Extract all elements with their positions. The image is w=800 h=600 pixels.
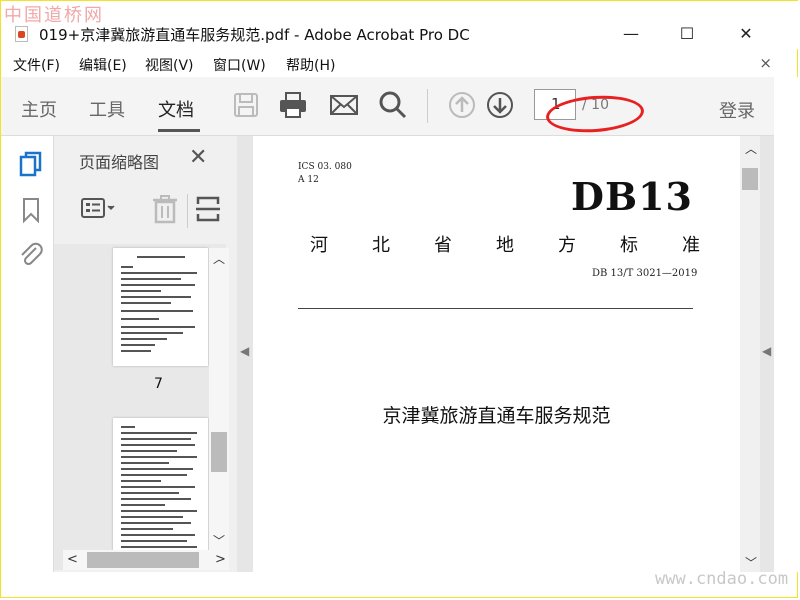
header-rule — [298, 308, 693, 309]
scrollbar-thumb[interactable] — [742, 168, 758, 190]
issuer-title: 河 北 省 地 方 标 准 — [310, 231, 700, 257]
scroll-down-icon[interactable]: ﹀ — [213, 532, 225, 549]
pane-collapse-handle[interactable]: ◀ — [237, 136, 253, 572]
page-thumbnails-icon[interactable] — [17, 150, 45, 178]
scroll-up-icon[interactable]: ︿ — [213, 250, 225, 267]
print-icon[interactable] — [278, 90, 308, 120]
previous-page-icon[interactable] — [447, 90, 477, 120]
next-page-icon[interactable] — [485, 90, 515, 120]
delete-icon[interactable] — [150, 194, 180, 224]
scroll-up-icon[interactable]: ︿ — [745, 140, 757, 157]
right-margin — [774, 77, 798, 572]
document-classification: ICS 03. 080 A 12 — [298, 161, 352, 187]
thumbnail-list[interactable]: 7 — [54, 244, 226, 570]
category-code: A 12 — [298, 175, 319, 185]
active-tab-indicator — [158, 129, 200, 132]
right-pane-handle[interactable]: ◀ — [760, 136, 774, 572]
close-window-button[interactable]: ✕ — [723, 19, 769, 49]
window-title: 019+京津冀旅游直通车服务规范.pdf - Adobe Acrobat Pro… — [39, 26, 470, 44]
tab-home[interactable]: 主页 — [21, 96, 57, 122]
close-document-button[interactable]: × — [759, 54, 772, 72]
menu-bar: 文件(F) 编辑(E) 视图(V) 窗口(W) 帮助(H) × — [1, 51, 798, 77]
pdf-file-icon — [15, 26, 28, 42]
collapse-left-icon[interactable]: ◀ — [240, 344, 249, 358]
watermark-top: 中国道桥网 — [4, 5, 104, 26]
standard-code: DB13 — [571, 174, 693, 219]
thumbnails-vertical-scrollbar[interactable]: ︿ ﹀ — [209, 248, 229, 551]
scroll-left-icon[interactable]: < — [67, 552, 78, 567]
toolbar-divider — [427, 89, 428, 123]
minimize-button[interactable]: — — [608, 19, 654, 49]
tab-document[interactable]: 文档 — [158, 96, 194, 122]
pane-title: 页面缩略图 — [79, 153, 160, 172]
issuer-char: 方 — [558, 235, 576, 256]
maximize-button[interactable]: ☐ — [664, 19, 710, 49]
standard-name: 京津冀旅游直通车服务规范 — [382, 405, 611, 427]
document-view[interactable]: ICS 03. 080 A 12 DB13 河 北 省 地 方 标 准 DB 1… — [253, 136, 740, 572]
page-thumbnail[interactable] — [113, 418, 208, 570]
toolbar: 主页 工具 文档 1 / 10 登录 — [1, 77, 774, 136]
mail-icon[interactable] — [329, 90, 359, 120]
issuer-char: 北 — [372, 235, 390, 256]
menu-view[interactable]: 视图(V) — [145, 55, 194, 75]
issuer-char: 标 — [620, 235, 638, 256]
issuer-char: 省 — [434, 235, 452, 256]
watermark-bottom: www.cndao.com — [655, 569, 789, 589]
issuer-char: 河 — [310, 235, 328, 256]
bookmark-icon[interactable] — [17, 196, 45, 224]
issuer-char: 地 — [496, 235, 514, 256]
thumbnail-page-label: 7 — [154, 376, 163, 392]
menu-edit[interactable]: 编辑(E) — [79, 55, 127, 75]
menu-window[interactable]: 窗口(W) — [213, 55, 266, 75]
menu-file[interactable]: 文件(F) — [13, 55, 60, 75]
attachment-icon[interactable] — [17, 240, 45, 268]
title-bar: 019+京津冀旅游直通车服务规范.pdf - Adobe Acrobat Pro… — [1, 1, 798, 49]
login-button[interactable]: 登录 — [719, 97, 755, 123]
rotate-page-icon[interactable] — [194, 194, 222, 224]
standard-number: DB 13/T 3021—2019 — [592, 268, 698, 279]
navigation-strip — [1, 136, 54, 572]
save-icon[interactable] — [231, 90, 261, 120]
thumbnail-options-icon[interactable] — [80, 194, 120, 224]
scrollbar-thumb[interactable] — [211, 432, 227, 472]
pane-toolbar-divider — [187, 194, 188, 228]
scrollbar-thumb[interactable] — [87, 552, 199, 568]
expand-right-pane-icon[interactable]: ◀ — [762, 344, 771, 358]
close-pane-button[interactable]: ✕ — [189, 145, 207, 170]
scroll-right-icon[interactable]: > — [215, 552, 226, 567]
ics-code: ICS 03. 080 — [298, 162, 352, 172]
thumbnails-horizontal-scrollbar[interactable]: < > — [63, 550, 229, 570]
issuer-char: 准 — [682, 235, 700, 256]
search-icon[interactable] — [378, 90, 408, 120]
document-vertical-scrollbar[interactable]: ︿ ﹀ — [740, 136, 760, 572]
page-thumbnail[interactable] — [113, 248, 208, 366]
tab-tools[interactable]: 工具 — [89, 96, 125, 122]
menu-help[interactable]: 帮助(H) — [286, 55, 335, 75]
